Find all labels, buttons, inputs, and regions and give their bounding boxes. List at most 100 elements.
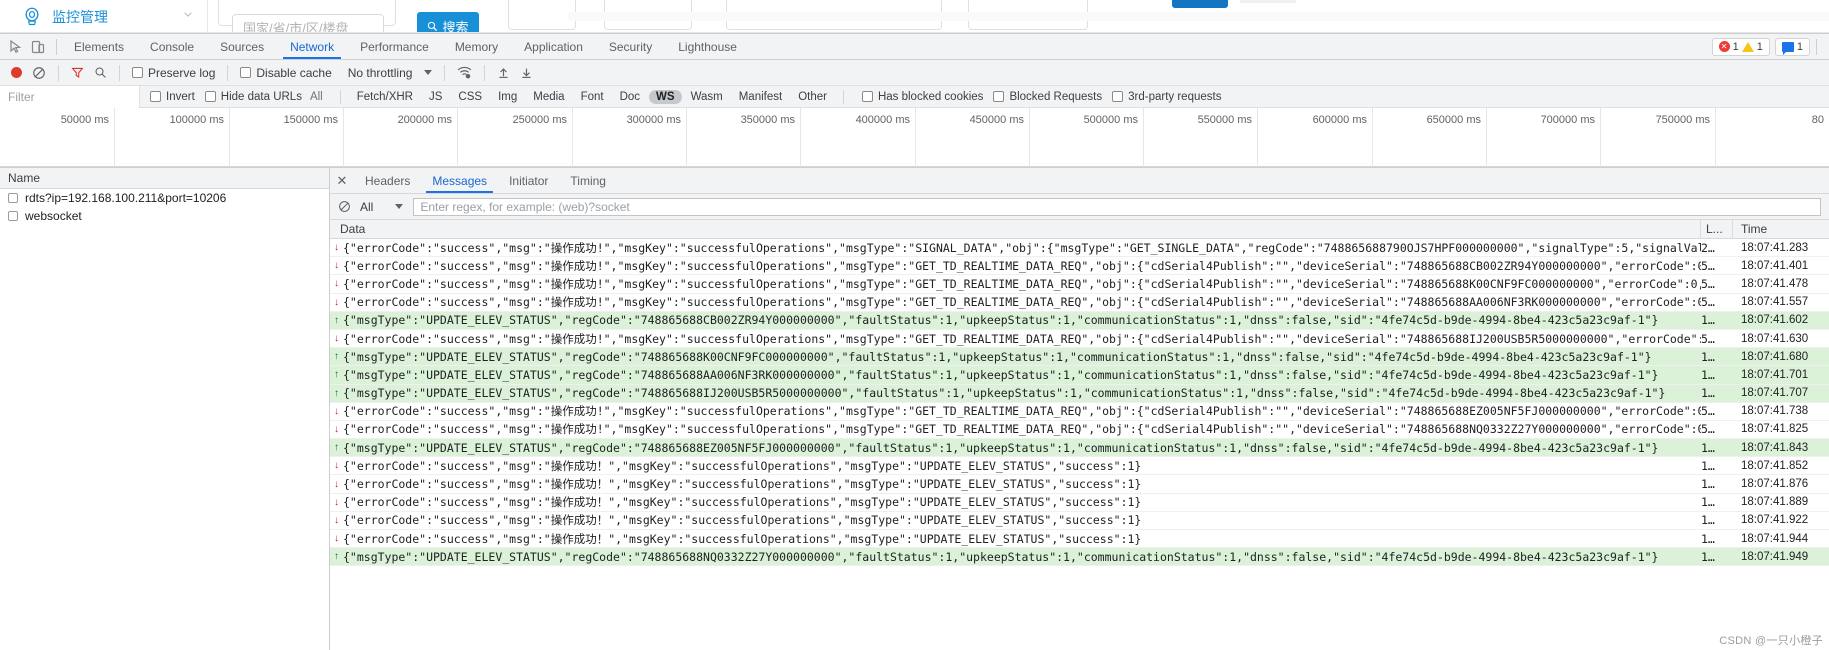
device-toolbar-icon[interactable]	[30, 39, 46, 55]
message-length: 5…	[1701, 258, 1715, 273]
toolbar-divider-5	[484, 64, 486, 81]
hide-data-urls-checkbox[interactable]: Hide data URLs	[204, 90, 302, 103]
has-blocked-cookies-checkbox[interactable]: Has blocked cookies	[861, 91, 983, 103]
message-row[interactable]: ↑ {"msgType":"UPDATE_ELEV_STATUS","regCod…	[330, 366, 1829, 385]
messages-regex-input[interactable]: Enter regex, for example: (web)?socket	[413, 197, 1821, 216]
request-row-checkbox[interactable]	[8, 193, 18, 203]
message-row[interactable]: ↑ {"msgType":"UPDATE_ELEV_STATUS","regCod…	[330, 439, 1829, 458]
tab-security[interactable]: Security	[596, 34, 665, 59]
tab-sources[interactable]: Sources	[207, 34, 277, 59]
issues-counts-badge[interactable]: ✕ 1 1	[1711, 37, 1770, 56]
export-har-button[interactable]	[515, 60, 538, 86]
messages-list[interactable]: ↓ {"errorCode":"success","msg":"操作成功!","m…	[330, 239, 1829, 650]
clear-icon[interactable]	[338, 200, 351, 213]
messages-badge[interactable]: 1	[1774, 37, 1810, 56]
search-icon	[428, 21, 438, 31]
detail-tab-messages[interactable]: Messages	[421, 168, 498, 193]
request-row-websocket[interactable]: websocket	[0, 207, 329, 225]
tab-console[interactable]: Console	[137, 34, 207, 59]
message-row[interactable]: ↑ {"msgType":"UPDATE_ELEV_STATUS","regCod…	[330, 384, 1829, 403]
message-row[interactable]: ↓ {"errorCode":"success","msg":"操作成功!","m…	[330, 275, 1829, 294]
message-time: 18:07:41.949	[1741, 550, 1809, 563]
type-filter-js[interactable]: JS	[422, 90, 449, 104]
record-button[interactable]	[6, 60, 27, 86]
page-chip-primary[interactable]	[1172, 0, 1228, 8]
type-filter-img[interactable]: Img	[491, 90, 524, 104]
import-har-button[interactable]	[492, 60, 515, 86]
disable-cache-checkbox[interactable]: Disable cache	[235, 60, 336, 86]
type-filter-all[interactable]: All	[303, 90, 330, 104]
page-search-button[interactable]: 搜索	[417, 12, 479, 33]
filter-toggle-button[interactable]	[66, 60, 89, 86]
message-row[interactable]: ↓ {"errorCode":"success","msg":"操作成功！","m…	[330, 511, 1829, 530]
request-row-rdts[interactable]: rdts?ip=192.168.100.211&port=10206	[0, 189, 329, 207]
detail-tab-timing[interactable]: Timing	[559, 168, 617, 193]
message-row[interactable]: ↓ {"errorCode":"success","msg":"操作成功！","m…	[330, 530, 1829, 549]
message-row[interactable]: ↓ {"errorCode":"success","msg":"操作成功!","m…	[330, 402, 1829, 421]
message-sent-icon: ↑	[334, 351, 339, 363]
type-filter-media[interactable]: Media	[526, 90, 571, 104]
message-row[interactable]: ↑ {"msgType":"UPDATE_ELEV_STATUS","regCod…	[330, 311, 1829, 330]
message-length: 5…	[1701, 422, 1715, 437]
page-field-a[interactable]	[508, 0, 576, 30]
tab-lighthouse[interactable]: Lighthouse	[665, 34, 750, 59]
clear-button[interactable]	[27, 60, 51, 86]
overview-tick-label: 600000 ms	[1312, 114, 1367, 126]
message-row[interactable]: ↓ {"errorCode":"success","msg":"操作成功！","m…	[330, 457, 1829, 476]
search-toggle-button[interactable]	[89, 60, 112, 86]
type-filter-manifest[interactable]: Manifest	[732, 90, 789, 104]
message-row[interactable]: ↑ {"msgType":"UPDATE_ELEV_STATUS","regCod…	[330, 348, 1829, 367]
message-row[interactable]: ↑ {"msgType":"UPDATE_ELEV_STATUS","regCod…	[330, 548, 1829, 567]
message-sent-icon: ↑	[334, 551, 339, 563]
tab-performance[interactable]: Performance	[347, 34, 442, 59]
tab-elements[interactable]: Elements	[61, 34, 137, 59]
message-length: 5…	[1701, 276, 1715, 291]
hide-data-urls-label: Hide data URLs	[220, 90, 302, 103]
page-chip-secondary[interactable]	[1240, 0, 1296, 3]
blocked-requests-checkbox[interactable]: Blocked Requests	[993, 91, 1102, 103]
message-length: 1…	[1701, 513, 1715, 528]
message-row[interactable]: ↓ {"errorCode":"success","msg":"操作成功!","m…	[330, 293, 1829, 312]
error-circle-icon: ✕	[1718, 41, 1730, 52]
chevron-down-icon[interactable]	[183, 9, 193, 19]
network-conditions-button[interactable]	[452, 60, 477, 86]
invert-checkbox[interactable]: Invert	[150, 91, 195, 103]
tab-application[interactable]: Application	[511, 34, 596, 59]
type-filter-font[interactable]: Font	[574, 90, 611, 104]
request-row-checkbox[interactable]	[8, 211, 18, 221]
inspect-element-icon[interactable]	[8, 39, 24, 55]
message-row[interactable]: ↓ {"errorCode":"success","msg":"操作成功！","m…	[330, 493, 1829, 512]
preserve-log-checkbox[interactable]: Preserve log	[127, 60, 220, 86]
type-filter-fetch-xhr[interactable]: Fetch/XHR	[350, 90, 420, 104]
message-data: {"errorCode":"success","msg":"操作成功!","ms…	[343, 331, 1701, 346]
filter-input[interactable]: Filter	[0, 85, 140, 108]
type-filter-doc[interactable]: Doc	[613, 90, 647, 104]
type-filter-wasm[interactable]: Wasm	[684, 90, 730, 104]
detail-tab-initiator[interactable]: Initiator	[498, 168, 559, 193]
network-overview-timeline[interactable]: 50000 ms 100000 ms 150000 ms 200000 ms 25000…	[0, 108, 1829, 168]
overview-tick-label: 50000 ms	[60, 114, 109, 126]
message-sent-icon: ↑	[334, 314, 339, 326]
message-time: 18:07:41.825	[1741, 423, 1809, 436]
chevron-down-icon[interactable]	[395, 204, 404, 209]
message-row[interactable]: ↓ {"errorCode":"success","msg":"操作成功！","m…	[330, 475, 1829, 494]
throttling-select[interactable]: No throttling	[337, 60, 438, 86]
message-row[interactable]: ↓ {"errorCode":"success","msg":"操作成功!","m…	[330, 420, 1829, 440]
close-icon[interactable]: ✕	[330, 168, 354, 193]
message-row[interactable]: ↓ {"errorCode":"success","msg":"操作成功!","m…	[330, 257, 1829, 276]
tab-memory[interactable]: Memory	[442, 34, 511, 59]
type-filter-ws[interactable]: WS	[649, 89, 682, 104]
type-filter-other[interactable]: Other	[791, 90, 834, 104]
type-filter-css[interactable]: CSS	[451, 90, 489, 104]
error-count: 1	[1732, 40, 1739, 53]
message-data: {"errorCode":"success","msg":"操作成功！","ms…	[343, 458, 1142, 473]
third-party-requests-checkbox[interactable]: 3rd-party requests	[1112, 91, 1221, 103]
has-blocked-cookies-box	[861, 91, 873, 102]
region-select-field[interactable]: 国家/省/市/区/楼盘	[232, 14, 384, 33]
message-type-filter-label[interactable]: All	[360, 200, 373, 214]
tab-network[interactable]: Network	[277, 34, 347, 59]
message-row[interactable]: ↓ {"errorCode":"success","msg":"操作成功!","m…	[330, 329, 1829, 349]
message-row[interactable]: ↓ {"errorCode":"success","msg":"操作成功!","m…	[330, 239, 1829, 258]
detail-tab-headers[interactable]: Headers	[354, 168, 421, 193]
messages-filter-bar: All Enter regex, for example: (web)?sock…	[330, 194, 1829, 220]
